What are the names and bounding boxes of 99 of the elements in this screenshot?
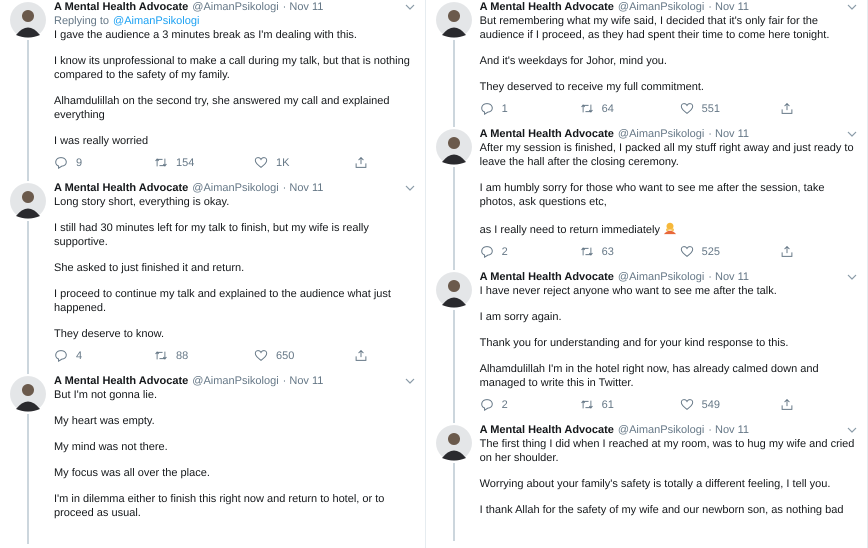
author-name[interactable]: A Mental Health Advocate <box>480 1 614 13</box>
tweet-text: I'm in dilemma either to finish this right now and return to hotel, or to proceed as usual. <box>54 493 384 519</box>
avatar-icon[interactable] <box>10 183 46 219</box>
reply-icon[interactable] <box>54 349 68 362</box>
share-icon[interactable] <box>780 102 794 115</box>
tweet-text: I thank Allah for the safety of my wife and our newborn son, as nothing bad <box>480 504 844 516</box>
heart-icon[interactable] <box>680 102 694 115</box>
retweet-icon[interactable] <box>580 398 594 411</box>
share-icon[interactable] <box>354 349 368 362</box>
retweet-icon[interactable] <box>580 102 594 115</box>
caret-icon[interactable] <box>847 274 857 280</box>
share-icon[interactable] <box>354 156 368 169</box>
author-handle: @AimanPsikologi <box>192 182 279 194</box>
reply-count: 2 <box>502 246 508 258</box>
heart-icon[interactable] <box>680 245 694 258</box>
author-name[interactable]: A Mental Health Advocate <box>54 182 188 194</box>
heart-icon[interactable] <box>254 349 268 362</box>
tweet-text: But I'm not gonna lie. <box>54 389 157 401</box>
tweet-text: The first thing I did when I reached at my room, was to hug my wife and cried on her shoulder. <box>480 438 854 464</box>
avatar-icon[interactable] <box>436 129 472 165</box>
like-count: 650 <box>276 350 294 362</box>
tweet-text: I am humbly sorry for those who want to see me after the session, take photos, ask questions etc, <box>480 182 824 208</box>
author-name[interactable]: A Mental Health Advocate <box>54 1 188 13</box>
tweet-text: And it's weekdays for Johor, mind you. <box>480 55 667 67</box>
tweet-text: They deserve to know. <box>54 328 164 340</box>
tweet-text: I am sorry again. <box>480 311 562 323</box>
author-name[interactable]: A Mental Health Advocate <box>480 271 614 283</box>
like-count: 551 <box>702 102 720 114</box>
author-handle: @AimanPsikologi <box>618 128 704 140</box>
heart-icon[interactable] <box>254 156 268 169</box>
author-name[interactable]: A Mental Health Advocate <box>54 375 188 387</box>
tweet-date[interactable]: · Nov 11 <box>708 271 750 283</box>
tweet-text: I was really worried <box>54 135 148 147</box>
retweet-icon[interactable] <box>580 245 594 258</box>
tweet-date[interactable]: · Nov 11 <box>282 182 324 194</box>
like-count: 549 <box>702 398 720 410</box>
retweet-count: 61 <box>602 398 614 410</box>
tweet-date[interactable]: · Nov 11 <box>708 424 750 436</box>
reply-count: 2 <box>502 398 508 410</box>
retweet-icon[interactable] <box>154 156 168 169</box>
caret-icon[interactable] <box>847 427 857 433</box>
author-name[interactable]: A Mental Health Advocate <box>480 128 614 140</box>
tweet-date[interactable]: · Nov 11 <box>282 1 324 13</box>
tweet-text: My heart was empty. <box>54 415 155 427</box>
reply-count: 4 <box>76 350 82 362</box>
retweet-icon[interactable] <box>154 349 168 362</box>
avatar-icon[interactable] <box>436 2 472 38</box>
share-icon[interactable] <box>780 398 794 411</box>
retweet-count: 154 <box>176 156 194 168</box>
caret-icon[interactable] <box>404 185 415 191</box>
avatar-icon[interactable] <box>10 2 46 38</box>
like-count: 1K <box>276 156 290 168</box>
avatar-icon[interactable] <box>10 376 46 412</box>
tweet-text: But remembering what my wife said, I decided that it's only fair for the audience if I proceed, as they had spent their time to come here tonight. <box>480 15 830 41</box>
tweet-text: After my session is finished, I packed all my stuff right away and just ready to leave the hall after the closing ceremony. <box>480 142 854 168</box>
tweet-text: I proceed to continue my talk and explained to the audience what just happened. <box>54 288 391 314</box>
tweet-date[interactable]: · Nov 11 <box>282 375 324 387</box>
tweet-text: I have never reject anyone who want to see me after the talk. <box>480 285 777 297</box>
tweet-text: Long story short, everything is okay. <box>54 196 230 208</box>
like-count: 525 <box>702 246 720 258</box>
retweet-count: 64 <box>602 102 614 114</box>
tweet-text: I know its unprofessional to make a call during my talk, but that is nothing compared to the safety of my family. <box>54 55 410 81</box>
mention-link[interactable]: @AimanPsikologi <box>113 14 200 28</box>
author-handle: @AimanPsikologi <box>618 271 704 283</box>
author-handle: @AimanPsikologi <box>192 1 279 13</box>
tweet-text: I still had 30 minutes left for my talk to finish, but my wife is really supportive. <box>54 222 369 248</box>
tweet-text: Worrying about your family's safety is totally a different feeling, I tell you. <box>480 478 830 490</box>
share-icon[interactable] <box>780 245 794 258</box>
author-handle: @AimanPsikologi <box>618 424 704 436</box>
caret-icon[interactable] <box>404 4 415 10</box>
heart-icon[interactable] <box>680 398 694 411</box>
caret-icon[interactable] <box>847 4 857 10</box>
tweet-text: Alhamdulillah I'm in the hotel right now, has already calmed down and managed to write this in Twitter. <box>480 363 819 389</box>
reply-icon[interactable] <box>480 245 494 258</box>
reply-icon[interactable] <box>480 102 494 115</box>
tweet-text: She asked to just finished it and return. <box>54 262 244 274</box>
caret-icon[interactable] <box>404 378 415 384</box>
retweet-count: 88 <box>176 350 188 362</box>
avatar-icon[interactable] <box>436 272 472 308</box>
author-name[interactable]: A Mental Health Advocate <box>480 424 614 436</box>
caret-icon[interactable] <box>847 131 857 137</box>
tweet-text: as I really need to return immediately <box>480 224 660 236</box>
tweet-date[interactable]: · Nov 11 <box>708 128 750 140</box>
tweet-text: I gave the audience a 3 minutes break as I'm dealing with this. <box>54 29 357 41</box>
tweet-text: My focus was all over the place. <box>54 467 210 479</box>
retweet-count: 63 <box>602 246 614 258</box>
replying-label: Replying to <box>54 14 110 28</box>
author-handle: @AimanPsikologi <box>192 375 279 387</box>
reply-icon[interactable] <box>54 156 68 169</box>
tweet-text: Alhamdulillah on the second try, she answered my call and explained everything <box>54 95 390 121</box>
reply-icon[interactable] <box>480 398 494 411</box>
reply-count: 1 <box>502 102 508 114</box>
avatar-icon[interactable] <box>436 425 472 461</box>
tweet-text: Thank you for understanding and for your kind response to this. <box>480 337 788 349</box>
reply-count: 9 <box>76 156 82 168</box>
tweet-text: My mind was not there. <box>54 441 168 453</box>
author-handle: @AimanPsikologi <box>618 1 704 13</box>
tweet-date[interactable]: · Nov 11 <box>708 1 750 13</box>
tweet-text: They deserved to receive my full commitment. <box>480 81 704 93</box>
